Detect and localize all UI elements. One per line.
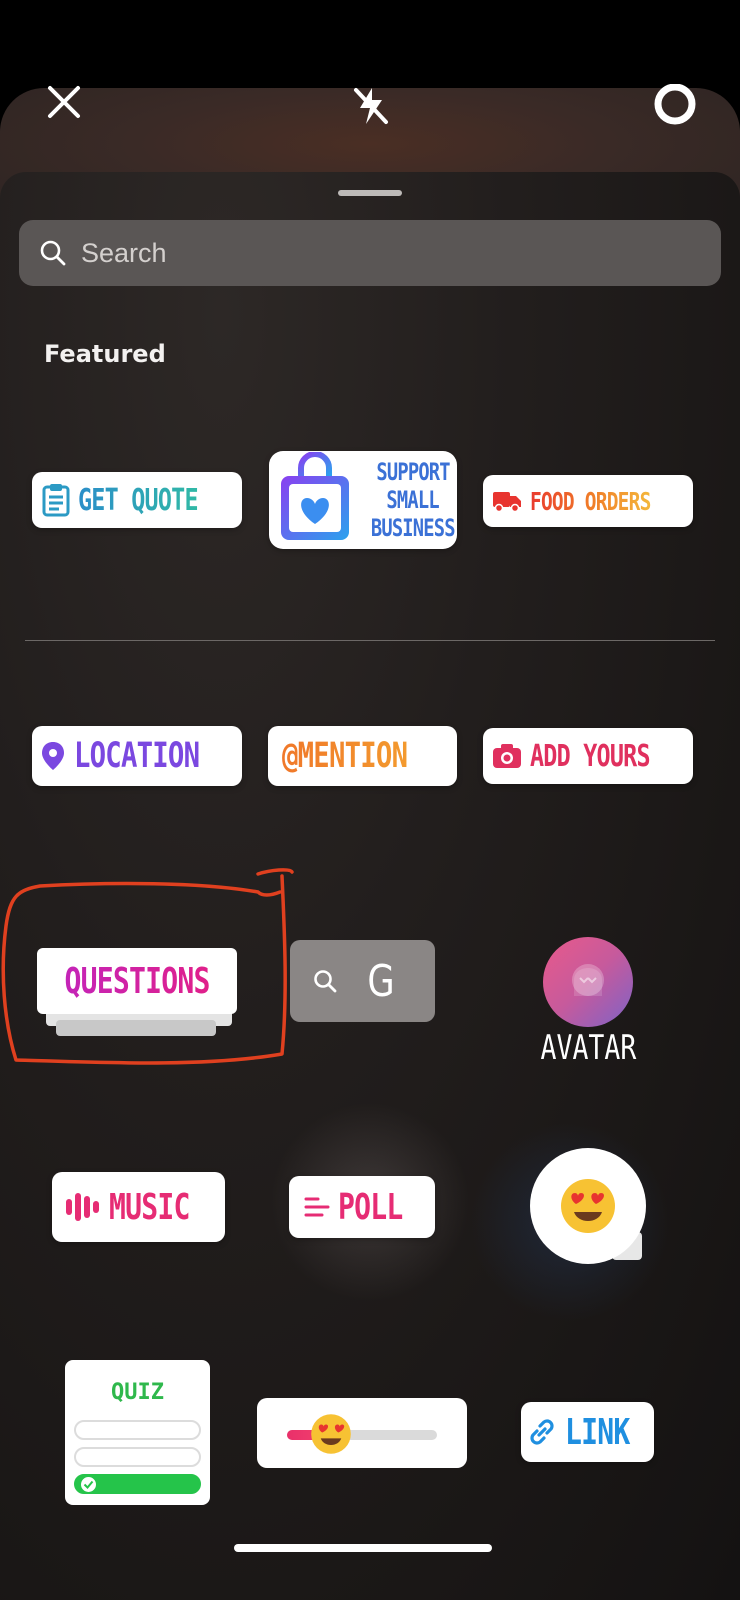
close-icon[interactable] xyxy=(44,82,84,122)
gif-label: G xyxy=(367,955,395,1007)
quiz-option xyxy=(74,1420,201,1440)
mention-label: @MENTION xyxy=(282,736,408,776)
delivery-truck-icon xyxy=(492,489,522,513)
get-quote-label: GET QUOTE xyxy=(78,482,199,518)
questions-label: QUESTIONS xyxy=(64,960,210,1002)
search-icon xyxy=(314,970,337,993)
emoji-reaction-sticker[interactable] xyxy=(530,1148,646,1264)
home-indicator[interactable] xyxy=(234,1544,492,1552)
link-sticker[interactable]: LINK xyxy=(521,1402,654,1462)
search-icon xyxy=(40,240,66,266)
camera-icon xyxy=(492,743,522,769)
mention-sticker[interactable]: @MENTION xyxy=(268,726,457,786)
questions-sticker[interactable]: QUESTIONS xyxy=(37,948,237,1014)
food-orders-label: FOOD ORDERS xyxy=(529,486,651,516)
emoji-slider-sticker[interactable] xyxy=(257,1398,467,1468)
avatar-face-icon xyxy=(572,964,604,996)
shopping-bag-heart-icon xyxy=(275,451,355,548)
get-quote-sticker[interactable]: GET QUOTE xyxy=(32,472,242,528)
add-yours-label: ADD YOURS xyxy=(530,738,651,774)
quiz-option xyxy=(74,1447,201,1467)
business-label: BUSINESS xyxy=(370,514,456,542)
sticker-tray: Featured GET QUOTE xyxy=(0,172,740,1600)
search-input[interactable] xyxy=(81,237,721,269)
section-title: Featured xyxy=(44,340,166,368)
add-yours-sticker[interactable]: ADD YOURS xyxy=(483,728,693,784)
clipboard-icon xyxy=(42,483,70,517)
location-label: LOCATION xyxy=(73,736,200,776)
questions-card-shadow-2 xyxy=(56,1020,216,1036)
link-label: LINK xyxy=(565,1411,630,1453)
gear-icon[interactable] xyxy=(648,84,702,128)
heart-eyes-emoji-icon xyxy=(561,1179,615,1233)
flash-off-icon[interactable] xyxy=(350,84,392,126)
music-sticker[interactable]: MUSIC xyxy=(52,1172,225,1242)
divider xyxy=(25,640,715,641)
location-sticker[interactable]: LOCATION xyxy=(32,726,242,786)
search-bar[interactable] xyxy=(19,220,721,286)
poll-sticker[interactable]: POLL xyxy=(289,1176,435,1238)
avatar-sticker[interactable] xyxy=(543,937,633,1027)
drag-handle[interactable] xyxy=(338,190,402,196)
avatar-label: AVATAR xyxy=(540,1028,636,1068)
poll-lines-icon xyxy=(304,1195,330,1219)
gif-sticker[interactable]: G xyxy=(290,940,435,1022)
quiz-label: QUIZ xyxy=(111,1380,164,1405)
quiz-sticker[interactable]: QUIZ xyxy=(65,1360,210,1505)
location-pin-icon xyxy=(40,741,66,771)
heart-eyes-emoji-icon xyxy=(311,1414,351,1454)
music-label: MUSIC xyxy=(108,1186,190,1228)
music-bars-icon xyxy=(65,1192,101,1222)
link-icon xyxy=(527,1417,557,1447)
small-label: SMALL xyxy=(386,486,440,514)
support-small-business-sticker[interactable]: SUPPORT SMALL BUSINESS xyxy=(269,451,457,549)
check-icon xyxy=(81,1477,96,1492)
poll-label: POLL xyxy=(337,1186,403,1228)
food-orders-sticker[interactable]: FOOD ORDERS xyxy=(483,475,693,527)
support-label: SUPPORT xyxy=(376,458,450,486)
